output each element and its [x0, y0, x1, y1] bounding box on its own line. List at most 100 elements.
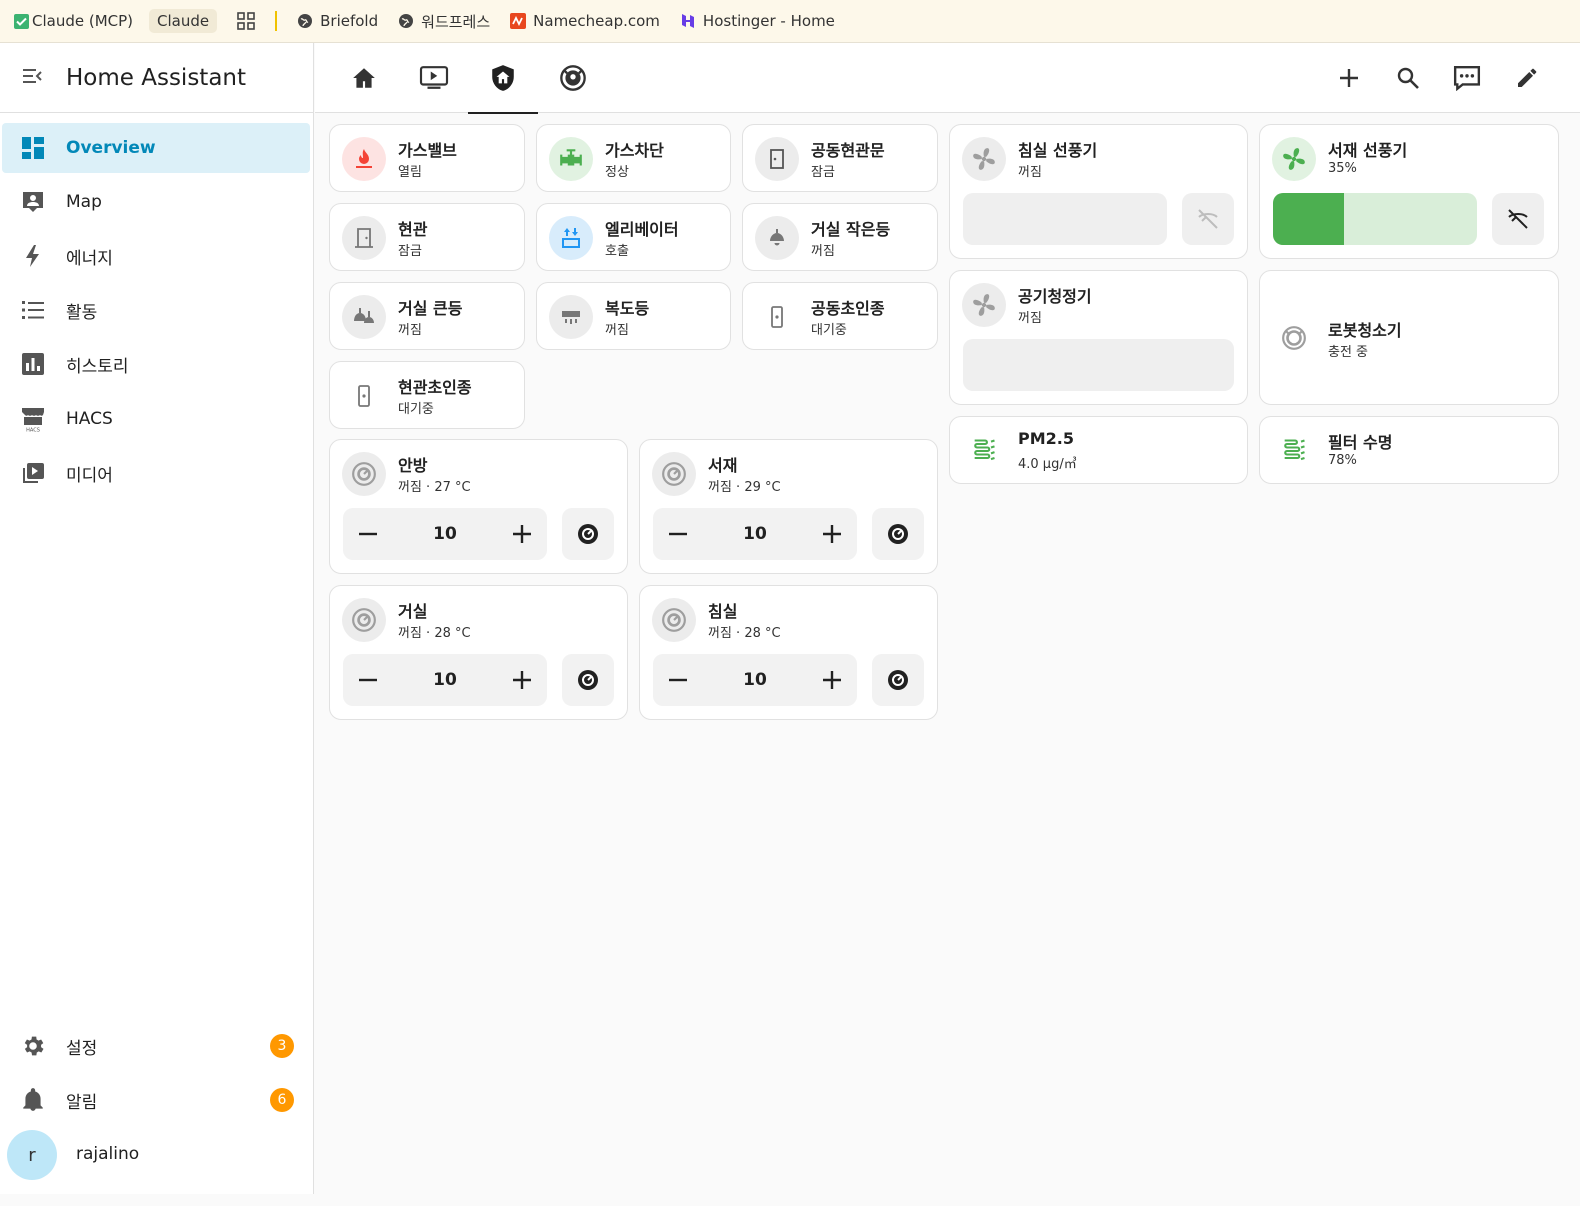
chart-box-icon	[20, 351, 46, 377]
minus-icon	[359, 678, 377, 682]
thermostat-mode-icon	[888, 670, 908, 690]
temperature-stepper: 10	[653, 508, 857, 560]
door-icon	[342, 216, 386, 260]
tile-hallway-light[interactable]: 복도등 꺼짐	[536, 282, 731, 350]
thermostat-mode-icon	[578, 524, 598, 544]
bookmarks-bar: Claude (MCP) Claude Briefold 워드프레스 Namec…	[0, 0, 1580, 43]
sidebar-item-map[interactable]: Map	[2, 177, 310, 227]
fan-speed-slider[interactable]	[1273, 193, 1477, 245]
tile-elevator[interactable]: 엘리베이터 호출	[536, 203, 731, 271]
assist-button[interactable]	[1447, 57, 1487, 99]
fan-icon	[962, 137, 1006, 181]
gas-burner-icon	[342, 137, 386, 181]
increase-button[interactable]	[807, 508, 857, 560]
decrease-button[interactable]	[653, 508, 703, 560]
tab-security-view[interactable]	[468, 43, 538, 114]
bookmark-briefold[interactable]: Briefold	[297, 12, 378, 30]
sidebar-item-energy[interactable]: 에너지	[2, 231, 310, 281]
increase-button[interactable]	[497, 654, 547, 706]
doorbell-icon	[755, 295, 799, 339]
sidebar-item-logbook[interactable]: 활동	[2, 285, 310, 335]
tile-common-entrance[interactable]: 공동현관문 잠금	[742, 124, 938, 192]
thermostat-icon	[342, 452, 386, 496]
ceiling-light-icon	[755, 216, 799, 260]
decrease-button[interactable]	[343, 654, 393, 706]
tile-gas-valve[interactable]: 가스밸브 열림	[329, 124, 525, 192]
menu-toggle-icon[interactable]	[20, 64, 44, 92]
television-play-icon	[419, 66, 449, 89]
tile-thermostat-living-room[interactable]: 거실 꺼짐 · 28 °C 10	[329, 585, 628, 720]
purifier-speed-slider[interactable]	[963, 339, 1234, 391]
bookmark-claude-mcp[interactable]: Claude (MCP)	[14, 12, 133, 30]
sidebar-item-settings[interactable]: 설정 3	[2, 1021, 310, 1071]
tab-home-view[interactable]	[329, 43, 399, 113]
minus-icon	[669, 678, 687, 682]
sidebar-item-hacs[interactable]: HACS HACS	[2, 394, 310, 444]
edit-dashboard-button[interactable]	[1507, 57, 1547, 99]
tile-living-big-light[interactable]: 거실 큰등 꺼짐	[329, 282, 525, 350]
bookmark-claude[interactable]: Claude	[149, 9, 218, 33]
bookmark-hostinger[interactable]: Hostinger - Home	[680, 12, 835, 30]
bookmark-wordpress[interactable]: 워드프레스	[398, 11, 490, 32]
avatar[interactable]: r	[7, 1130, 57, 1180]
apps-grid-icon	[237, 12, 255, 30]
mode-button[interactable]	[562, 654, 614, 706]
bookmark-namecheap[interactable]: Namecheap.com	[510, 12, 660, 30]
oscillate-button[interactable]	[1182, 193, 1234, 245]
mode-button[interactable]	[562, 508, 614, 560]
tile-pm25[interactable]: PM2.5 4.0 µg/㎥	[949, 416, 1248, 484]
lightning-bolt-icon	[20, 243, 46, 269]
plus-icon	[823, 525, 841, 543]
thermostat-icon	[652, 598, 696, 642]
increase-button[interactable]	[497, 508, 547, 560]
temperature-stepper: 10	[653, 654, 857, 706]
add-button[interactable]	[1329, 57, 1369, 99]
sidebar-item-notifications[interactable]: 알림 6	[2, 1075, 310, 1125]
temperature-stepper: 10	[343, 654, 547, 706]
apps-grid-button[interactable]	[237, 12, 255, 30]
tile-air-purifier[interactable]: 공기청정기 꺼짐	[949, 270, 1248, 405]
tile-front-door[interactable]: 현관 잠금	[329, 203, 525, 271]
tile-thermostat-bedroom[interactable]: 침실 꺼짐 · 28 °C 10	[639, 585, 938, 720]
pipe-valve-icon	[549, 137, 593, 181]
fan-icon	[962, 283, 1006, 327]
decrease-button[interactable]	[343, 508, 393, 560]
tile-bedroom-fan[interactable]: 침실 선풍기 꺼짐	[949, 124, 1248, 259]
sidebar-item-history[interactable]: 히스토리	[2, 339, 310, 389]
tile-thermostat-master-bedroom[interactable]: 안방 꺼짐 · 27 °C 10	[329, 439, 628, 574]
tile-living-small-light[interactable]: 거실 작은등 꺼짐	[742, 203, 938, 271]
mode-button[interactable]	[872, 508, 924, 560]
sidebar-item-overview[interactable]: Overview	[2, 123, 310, 173]
plus-icon	[1340, 69, 1358, 87]
air-filter-icon	[1272, 429, 1316, 473]
increase-button[interactable]	[807, 654, 857, 706]
pencil-icon	[1518, 68, 1537, 87]
robot-vacuum-icon	[1272, 316, 1316, 360]
tab-media-view[interactable]	[399, 43, 469, 113]
mode-button[interactable]	[872, 654, 924, 706]
user-name[interactable]: rajalino	[76, 1144, 139, 1164]
arrow-oscillating-off-icon	[1508, 209, 1528, 229]
search-button[interactable]	[1388, 57, 1428, 99]
tile-common-doorbell[interactable]: 공동초인종 대기중	[742, 282, 938, 350]
oscillate-button[interactable]	[1492, 193, 1544, 245]
tile-robot-vacuum[interactable]: 로봇청소기 충전 중	[1259, 270, 1559, 405]
tile-study-fan[interactable]: 서재 선풍기 35%	[1259, 124, 1559, 259]
sidebar: Home Assistant Overview Map 에너지 활동 히스토리 …	[0, 43, 314, 1194]
sidebar-item-media[interactable]: 미디어	[2, 448, 310, 498]
tile-thermostat-study[interactable]: 서재 꺼짐 · 29 °C 10	[639, 439, 938, 574]
plus-icon	[823, 671, 841, 689]
decrease-button[interactable]	[653, 654, 703, 706]
door-closed-lock-icon	[755, 137, 799, 181]
globe-icon	[298, 14, 313, 28]
air-filter-icon	[962, 429, 1006, 473]
app-title: Home Assistant	[66, 64, 247, 91]
fan-speed-fill	[1273, 193, 1345, 245]
tile-gas-cutoff[interactable]: 가스차단 정상	[536, 124, 731, 192]
tile-front-doorbell[interactable]: 현관초인종 대기중	[329, 361, 525, 429]
tile-filter-life[interactable]: 필터 수명 78%	[1259, 416, 1559, 484]
fan-speed-slider[interactable]	[963, 193, 1167, 245]
bell-icon	[20, 1087, 46, 1113]
fan-icon	[1272, 137, 1316, 181]
tab-vacuum-view[interactable]	[538, 43, 608, 113]
